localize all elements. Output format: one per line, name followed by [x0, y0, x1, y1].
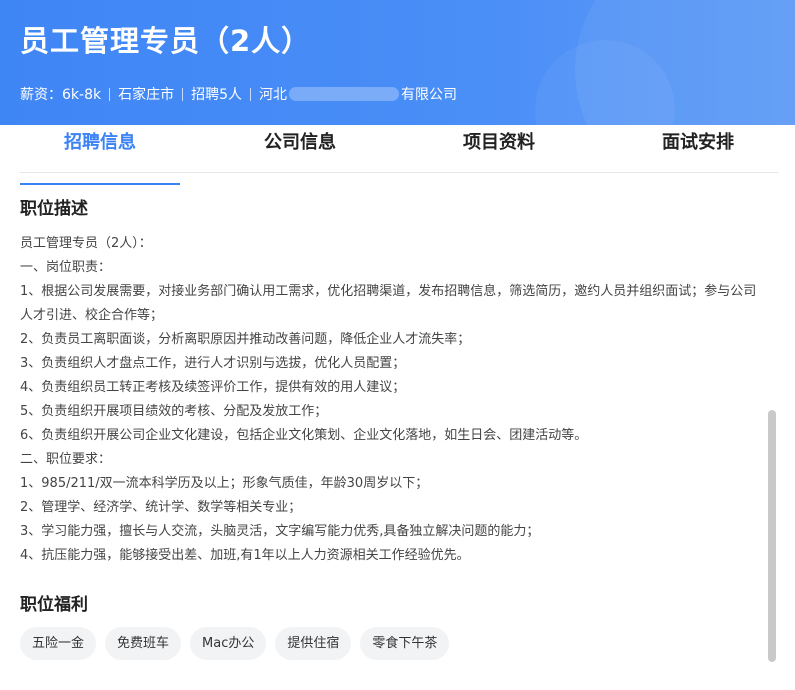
benefits-title: 职位福利 — [20, 595, 88, 615]
description-line: 5、负责组织开展项目绩效的考核、分配及发放工作； — [20, 404, 328, 419]
benefit-tags: 五险一金 免费班车 Mac办公 提供住宿 零食下午茶 — [20, 627, 458, 660]
job-meta: 薪资：6k-8k 石家庄市 招聘5人 河北 有限公司 — [20, 84, 457, 104]
company-name-prefix: 河北 — [259, 87, 288, 103]
description-line: 2、管理学、经济学、统计学、数学等相关专业； — [20, 500, 302, 515]
tab-interview-schedule[interactable]: 面试安排 — [618, 125, 778, 172]
description-line: 员工管理专员（2人）： — [20, 236, 152, 251]
benefit-tag: Mac办公 — [190, 627, 267, 660]
company-name-suffix: 有限公司 — [401, 87, 458, 103]
tab-company-info[interactable]: 公司信息 — [220, 125, 380, 172]
tab-project-materials[interactable]: 项目资料 — [419, 125, 579, 172]
description-line: 1、根据公司发展需要，对接业务部门确认用工需求，优化招聘渠道，发布招聘信息，筛选… — [20, 284, 757, 323]
benefit-tag: 零食下午茶 — [360, 627, 450, 660]
job-header: 员工管理专员（2人） 薪资：6k-8k 石家庄市 招聘5人 河北 有限公司 — [0, 0, 795, 125]
description-line: 4、抗压能力强，能够接受出差、加班,有1年以上人力资源相关工作经验优先。 — [20, 548, 470, 563]
job-title: 员工管理专员（2人） — [20, 24, 312, 58]
benefit-tag: 免费班车 — [105, 627, 182, 660]
description-line: 4、负责组织员工转正考核及续签评价工作，提供有效的用人建议； — [20, 380, 406, 395]
divider — [109, 87, 111, 101]
description-line: 2、负责员工离职面谈，分析离职原因并推动改善问题，降低企业人才流失率； — [20, 332, 471, 347]
headcount: 招聘5人 — [191, 87, 243, 103]
description-title: 职位描述 — [20, 199, 88, 219]
scrollbar[interactable] — [768, 410, 776, 662]
description-line: 3、负责组织人才盘点工作，进行人才识别与选拔，优化人员配置； — [20, 356, 406, 371]
description-line: 二、职位要求： — [20, 452, 112, 467]
benefit-tag: 五险一金 — [20, 627, 97, 660]
job-description: 员工管理专员（2人）： 一、岗位职责： 1、根据公司发展需要，对接业务部门确认用… — [20, 232, 760, 568]
description-line: 1、985/211/双一流本科学历及以上；形象气质佳，年龄30周岁以下； — [20, 476, 429, 491]
salary: 薪资：6k-8k — [20, 87, 102, 103]
redacted-company-name — [289, 87, 400, 101]
description-line: 3、学习能力强，擅长与人交流，头脑灵活，文字编写能力优秀,具备独立解决问题的能力… — [20, 524, 540, 539]
city: 石家庄市 — [118, 87, 175, 103]
benefit-tag: 提供住宿 — [275, 627, 352, 660]
divider — [250, 87, 252, 101]
divider — [182, 87, 184, 101]
tab-bar: 招聘信息 公司信息 项目资料 面试安排 — [20, 125, 778, 185]
tab-recruitment-info[interactable]: 招聘信息 — [20, 125, 180, 185]
description-line: 一、岗位职责： — [20, 260, 112, 275]
description-line: 6、负责组织开展公司企业文化建设，包括企业文化策划、企业文化落地，如生日会、团建… — [20, 428, 588, 443]
